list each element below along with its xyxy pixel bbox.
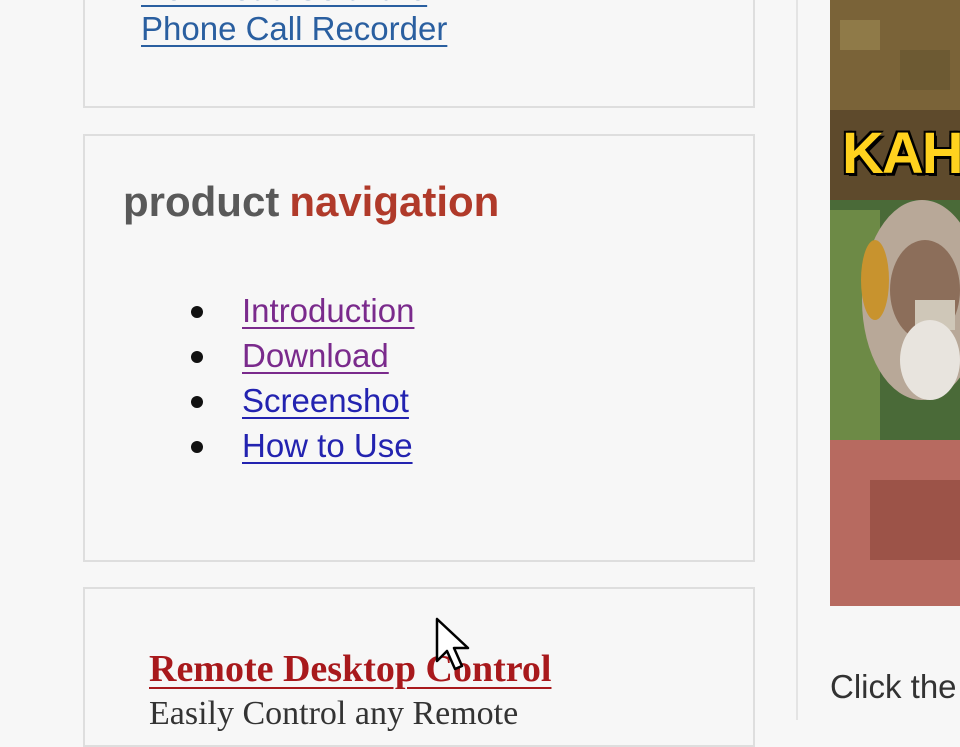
bullet-icon [191,306,203,318]
column-divider [796,0,798,720]
how-to-use-link[interactable]: How to Use [242,423,413,468]
ad-banner[interactable]: KAH [830,0,960,606]
links-panel: Download Software Phone Call Recorder [83,0,755,108]
ad-banner-artwork [830,0,960,606]
product-navigation-panel: product navigation Introduction Download … [83,134,755,562]
ad-banner-text: KAH [842,121,960,186]
promo-description: Easily Control any Remote [149,695,519,732]
phone-call-recorder-link[interactable]: Phone Call Recorder [141,10,447,48]
product-navigation-heading: product navigation [123,178,499,226]
heading-part-product: product [123,178,280,225]
heading-part-navigation: navigation [289,178,500,225]
screenshot-link[interactable]: Screenshot [242,378,409,423]
remote-desktop-control-link[interactable]: Remote Desktop Control [149,647,551,691]
download-software-link[interactable]: Download Software [141,0,427,8]
download-link[interactable]: Download [242,333,389,378]
bullet-icon [191,351,203,363]
bullet-icon [191,441,203,453]
promo-panel: Remote Desktop Control Easily Control an… [83,587,755,747]
introduction-link[interactable]: Introduction [242,288,414,333]
ad-click-text[interactable]: Click the [830,668,957,706]
mouse-cursor-icon [435,617,475,678]
bullet-icon [191,396,203,408]
